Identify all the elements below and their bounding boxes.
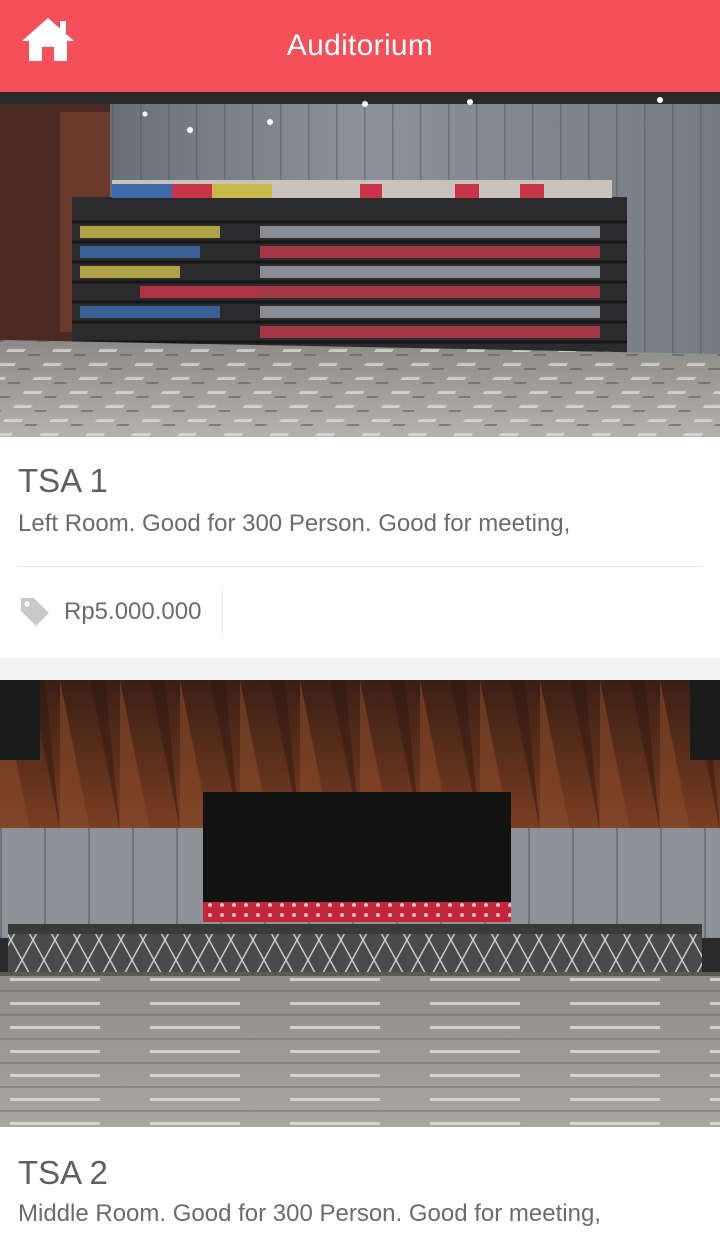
app-bar: Auditorium — [0, 0, 720, 92]
page-title: Auditorium — [286, 29, 434, 62]
room-title: TSA 2 — [18, 1154, 108, 1191]
divider — [18, 566, 702, 567]
room-description: Middle Room. Good for 300 Person. Good f… — [18, 1200, 601, 1227]
room-title: TSA 1 — [18, 462, 108, 499]
tag-icon — [21, 598, 49, 626]
price-tag[interactable]: Rp5.000.000 — [18, 587, 224, 637]
home-icon — [22, 18, 74, 61]
room-description: Left Room. Good for 300 Person. Good for… — [18, 510, 571, 537]
home-button[interactable] — [18, 14, 78, 66]
room-photo — [0, 680, 720, 1127]
price-label: Rp5.000.000 — [64, 598, 202, 625]
room-photo — [0, 92, 720, 437]
room-card[interactable]: TSA 1 Left Room. Good for 300 Person. Go… — [0, 92, 720, 658]
room-card[interactable]: TSA 2 Middle Room. Good for 300 Person. … — [0, 680, 720, 1240]
divider — [222, 587, 223, 637]
